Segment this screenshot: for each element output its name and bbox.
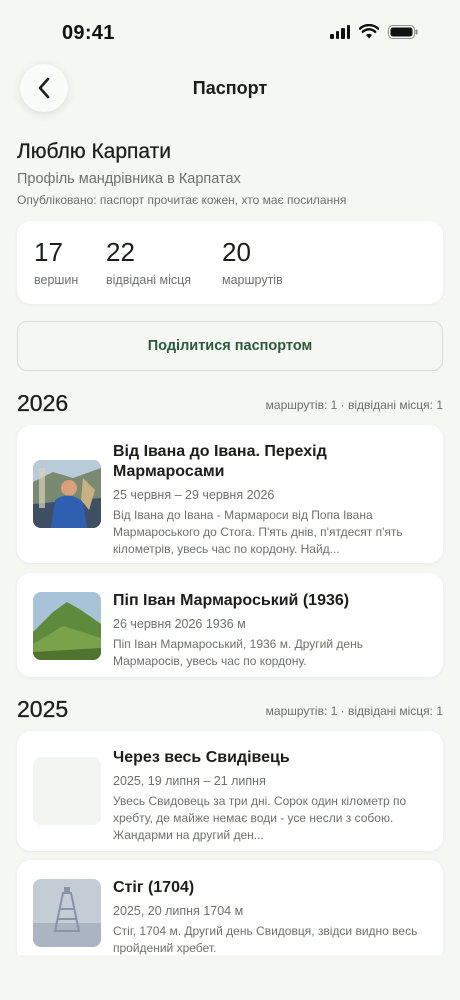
entry-body: Піп Іван Мармароський (1936) 26 червня 2…: [113, 591, 427, 670]
entry-description: Від Івана до Івана - Мармароси від Попа …: [113, 508, 403, 556]
share-passport-button[interactable]: Поділитися паспортом: [17, 321, 443, 371]
profile-section: Люблю Карпати Профіль мандрівника в Карп…: [17, 140, 447, 207]
entry-card[interactable]: Піп Іван Мармароський (1936) 26 червня 2…: [17, 573, 443, 677]
stat-value: 17: [34, 237, 63, 267]
year-label: 2026: [17, 390, 69, 416]
hiker-photo: [33, 460, 101, 528]
signal-icon: [330, 24, 350, 39]
entry-date: 2025, 20 липня 1704 м: [113, 904, 244, 918]
wifi-icon: [359, 24, 379, 39]
publication-note: Опубліковано: паспорт прочитає кожен, хт…: [17, 193, 347, 207]
mountain-photo: [33, 592, 101, 660]
entry-body: Від Івана до Івана. Перехід Мармаросами …: [113, 442, 427, 558]
entry-date: 2025, 19 липня – 21 липня: [113, 774, 266, 788]
thumbnail-placeholder: [33, 757, 101, 825]
entry-card[interactable]: Через весь Свидівець 2025, 19 липня – 21…: [17, 731, 443, 851]
year-header-2026: 2026 маршрутів: 1 · відвідані місця: 1: [17, 390, 443, 420]
year-summary: маршрутів: 1 · відвідані місця: 1: [265, 398, 443, 412]
stat-routes: 20 маршрутів: [222, 237, 283, 287]
stats-card: 17 вершин 22 відвідані місця 20 маршруті…: [17, 221, 443, 304]
battery-icon: [388, 24, 418, 39]
page-title: Паспорт: [192, 78, 268, 98]
entry-body: Стіг (1704) 2025, 20 липня 1704 м Стіг, …: [113, 878, 427, 957]
entry-title: Через весь Свидівець: [113, 749, 290, 766]
stat-value: 20: [222, 237, 251, 267]
header: Паспорт: [0, 62, 460, 114]
entry-title: Стіг (1704): [113, 879, 195, 896]
year-header-2025: 2025 маршрутів: 1 · відвідані місця: 1: [17, 696, 443, 726]
status-bar: 09:41: [0, 0, 460, 60]
stat-peaks: 17 вершин: [34, 237, 78, 287]
entry-description: Піп Іван Мармароський, 1936 м. Другий де…: [113, 637, 363, 668]
entry-body: Через весь Свидівець 2025, 19 липня – 21…: [113, 748, 427, 844]
entry-title: Від Івана до Івана. Перехід Мармаросами: [113, 443, 327, 480]
foggy-summit-photo: [33, 879, 101, 947]
entry-card[interactable]: Стіг (1704) 2025, 20 липня 1704 м Стіг, …: [17, 860, 443, 964]
entry-title: Піп Іван Мармароський (1936): [113, 592, 350, 609]
stat-value: 22: [106, 237, 135, 267]
entry-date: 25 червня – 29 червня 2026: [113, 488, 275, 502]
year-summary: маршрутів: 1 · відвідані місця: 1: [265, 704, 443, 718]
stat-label: вершин: [34, 273, 79, 287]
bottom-edge: [0, 955, 460, 1000]
entry-card[interactable]: Від Івана до Івана. Перехід Мармаросами …: [17, 425, 443, 563]
stat-label: маршрутів: [222, 273, 283, 287]
status-icons: [330, 24, 418, 39]
entry-date: 26 червня 2026 1936 м: [113, 617, 246, 631]
profile-name: Люблю Карпати: [17, 140, 171, 163]
stat-label: відвідані місця: [106, 273, 192, 287]
entry-description: Увесь Свидовець за три дні. Сорок один к…: [113, 794, 407, 842]
profile-subtitle: Профіль мандрівника в Карпатах: [17, 171, 241, 187]
entry-description: Стіг, 1704 м. Другий день Свидовця, звід…: [113, 924, 418, 955]
stat-places: 22 відвідані місця: [106, 237, 191, 287]
year-label: 2025: [17, 696, 69, 722]
status-time: 09:41: [62, 22, 115, 44]
